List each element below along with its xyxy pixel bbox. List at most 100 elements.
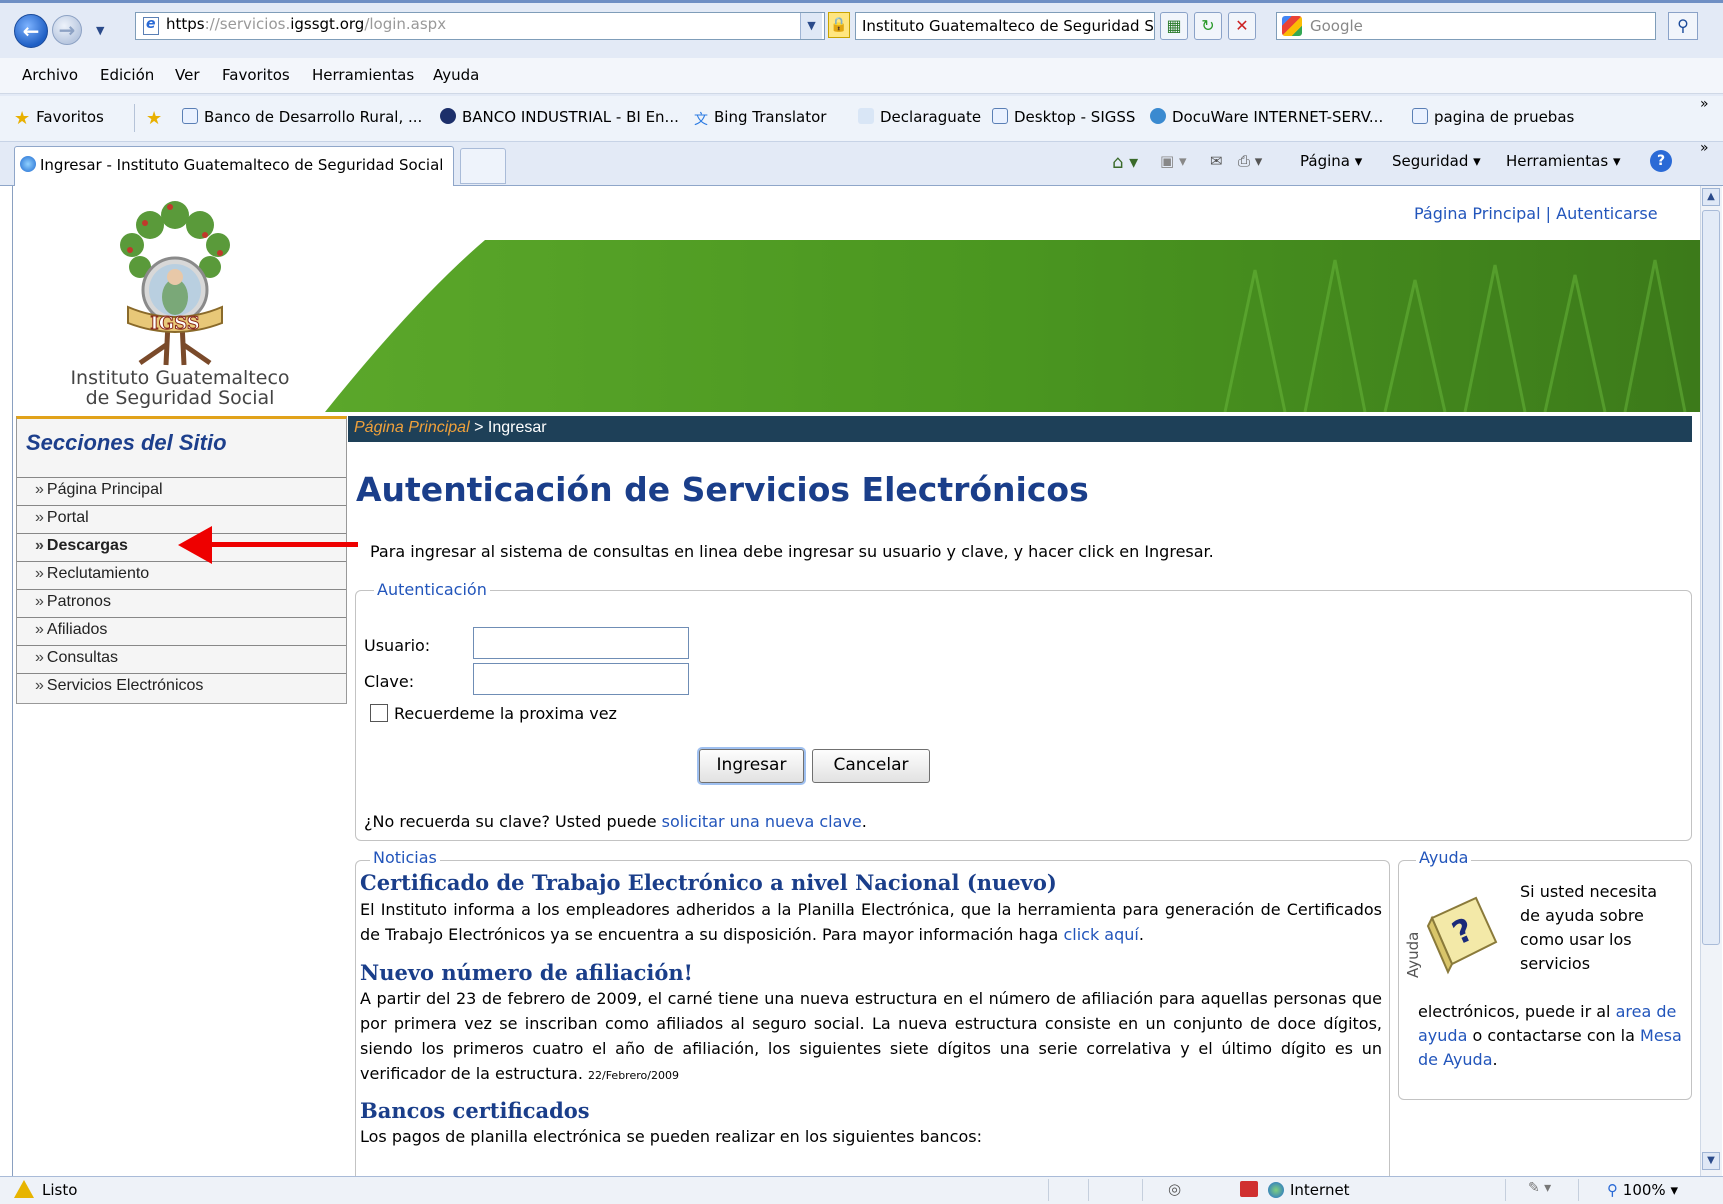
feed-icon[interactable]: ▣ ▾	[1160, 152, 1186, 170]
docuware-icon	[1150, 108, 1166, 124]
favorite-link-6[interactable]: DocuWare INTERNET-SERV...	[1150, 108, 1383, 126]
status-text: Listo	[42, 1181, 78, 1199]
top-link-home[interactable]: Página Principal	[1414, 204, 1541, 223]
menu-edicion[interactable]: Edición	[100, 66, 154, 84]
cancel-button[interactable]: Cancelar	[812, 749, 930, 783]
top-link-auth[interactable]: Autenticarse	[1556, 204, 1657, 223]
sidebar-title: Secciones del Sitio	[26, 430, 227, 455]
bank-icon	[440, 108, 456, 124]
usuario-label: Usuario:	[364, 636, 431, 655]
back-icon[interactable]: ←	[14, 14, 48, 48]
sidebar-item-afiliados[interactable]: » Afiliados	[17, 617, 346, 645]
new-tab-button[interactable]	[460, 148, 506, 184]
compatibility-icon[interactable]: ▦	[1160, 12, 1188, 40]
sidebar-item-servicios-electronicos[interactable]: » Servicios Electrónicos	[17, 673, 346, 701]
news-body-1-suffix: .	[1138, 925, 1144, 944]
home-icon[interactable]: ⌂ ▾	[1112, 152, 1138, 173]
click-here-link[interactable]: click aquí	[1063, 925, 1138, 944]
add-ons-icon[interactable]: ✎ ▾	[1528, 1180, 1551, 1196]
news-title-3[interactable]: Bancos certificados	[360, 1098, 590, 1123]
history-dropdown-icon[interactable]: ▼	[96, 24, 104, 37]
annotation-arrow-shaft	[200, 542, 358, 547]
refresh-icon[interactable]: ↻	[1194, 12, 1222, 40]
mail-icon[interactable]: ✉	[1210, 152, 1223, 170]
menu-ayuda[interactable]: Ayuda	[433, 66, 479, 84]
command-overflow-icon[interactable]: »	[1700, 140, 1709, 156]
favorite-link-5[interactable]: Desktop - SIGSS	[992, 108, 1135, 126]
org-name: Instituto Guatemalteco de Seguridad Soci…	[55, 368, 305, 408]
remember-label[interactable]: Recuerdeme la proxima vez	[394, 704, 617, 723]
news-body-2-text: A partir del 23 de febrero de 2009, el c…	[360, 989, 1382, 1083]
security-report-title[interactable]: Instituto Guatemalteco de Seguridad S...	[855, 12, 1155, 40]
sidebar-item-label: Reclutamiento	[46, 565, 150, 582]
favorite-link-1[interactable]: Banco de Desarrollo Rural, ...	[182, 108, 422, 126]
org-name-line2: de Seguridad Social	[85, 387, 275, 409]
menu-herramientas[interactable]: Herramientas	[312, 66, 414, 84]
status-divider	[1048, 1179, 1049, 1201]
forward-icon[interactable]: →	[52, 15, 82, 45]
favorite-link-4[interactable]: Declaraguate	[858, 108, 981, 126]
add-favorite-icon[interactable]: ★	[146, 108, 168, 129]
news-title-1[interactable]: Certificado de Trabajo Electrónico a niv…	[360, 870, 1057, 895]
help-book-icon: ?	[1426, 896, 1498, 975]
ie-page-icon	[143, 16, 159, 35]
print-icon[interactable]: ⎙ ▾	[1238, 152, 1262, 170]
help-text-bottom: electrónicos, puede ir al area de ayuda …	[1418, 1000, 1688, 1072]
breadcrumb-home-link[interactable]: Página Principal	[354, 419, 470, 436]
menu-ver[interactable]: Ver	[175, 66, 200, 84]
menu-seguridad[interactable]: Seguridad ▾	[1392, 152, 1481, 170]
favorites-button[interactable]: ★ Favoritos	[14, 108, 104, 129]
favorites-overflow-icon[interactable]: »	[1700, 96, 1709, 112]
help-icon[interactable]: ?	[1650, 150, 1672, 172]
menu-herramientas-cmd[interactable]: Herramientas ▾	[1506, 152, 1620, 170]
news-body-2: A partir del 23 de febrero de 2009, el c…	[360, 986, 1382, 1088]
favorite-link-label: Declaraguate	[880, 108, 982, 126]
menu-archivo[interactable]: Archivo	[22, 66, 78, 84]
clave-input[interactable]	[473, 663, 689, 695]
address-dropdown-icon[interactable]: ▼	[800, 13, 822, 39]
sidebar-item-reclutamiento[interactable]: » Reclutamiento	[17, 561, 346, 589]
status-divider	[1142, 1179, 1143, 1201]
status-zone-label: Internet	[1290, 1181, 1350, 1199]
address-text[interactable]: https://servicios.igssgt.org/login.aspx	[166, 15, 446, 33]
help-legend: Ayuda	[1416, 848, 1472, 867]
sidebar-item-consultas[interactable]: » Consultas	[17, 645, 346, 673]
igss-logo: IGSS	[120, 201, 230, 366]
help-book-label: Ayuda	[1404, 931, 1422, 978]
lock-icon[interactable]: 🔒	[828, 12, 850, 38]
scroll-down-icon[interactable]: ▼	[1702, 1152, 1720, 1170]
warning-icon[interactable]	[14, 1180, 34, 1198]
usuario-input[interactable]	[473, 627, 689, 659]
translate-icon: 文	[694, 112, 708, 128]
star-icon: ★	[14, 108, 31, 129]
zoom-level[interactable]: ⚲ 100% ▾	[1607, 1181, 1678, 1199]
login-button[interactable]: Ingresar	[699, 749, 804, 783]
breadcrumb-sep: >	[474, 419, 484, 436]
url-path: /login.aspx	[364, 15, 447, 33]
request-new-password-link[interactable]: solicitar una nueva clave	[662, 812, 862, 831]
logo-text: IGSS	[150, 313, 199, 334]
scroll-thumb[interactable]	[1702, 210, 1720, 945]
clave-label: Clave:	[364, 672, 415, 691]
favorite-link-3[interactable]: 文 Bing Translator	[694, 108, 826, 128]
forgot-prefix: ¿No recuerda su clave? Usted puede	[364, 812, 662, 831]
remember-checkbox[interactable]	[370, 704, 388, 722]
stop-icon[interactable]: ✕	[1228, 12, 1256, 40]
menu-pagina[interactable]: Página ▾	[1300, 152, 1362, 170]
favorite-link-2[interactable]: BANCO INDUSTRIAL - BI En...	[440, 108, 679, 126]
help-text-mid: electrónicos, puede ir al	[1418, 1002, 1616, 1021]
status-zone: Internet	[1268, 1181, 1350, 1199]
menu-favoritos[interactable]: Favoritos	[222, 66, 290, 84]
scroll-up-icon[interactable]: ▲	[1702, 188, 1720, 206]
sidebar-item-patronos[interactable]: » Patronos	[17, 589, 346, 617]
favorite-link-7[interactable]: pagina de pruebas	[1412, 108, 1574, 126]
search-icon[interactable]: ⚲	[1668, 12, 1698, 40]
status-divider	[1578, 1179, 1579, 1201]
news-legend: Noticias	[370, 848, 440, 867]
privacy-icon[interactable]: ◎	[1168, 1180, 1181, 1198]
favorite-link-label: DocuWare INTERNET-SERV...	[1172, 108, 1384, 126]
url-sep: ://	[204, 15, 220, 33]
sidebar-item-pagina-principal[interactable]: » Página Principal	[17, 477, 346, 505]
protected-mode-icon[interactable]	[1240, 1181, 1258, 1197]
news-title-2[interactable]: Nuevo número de afiliación!	[360, 960, 693, 985]
